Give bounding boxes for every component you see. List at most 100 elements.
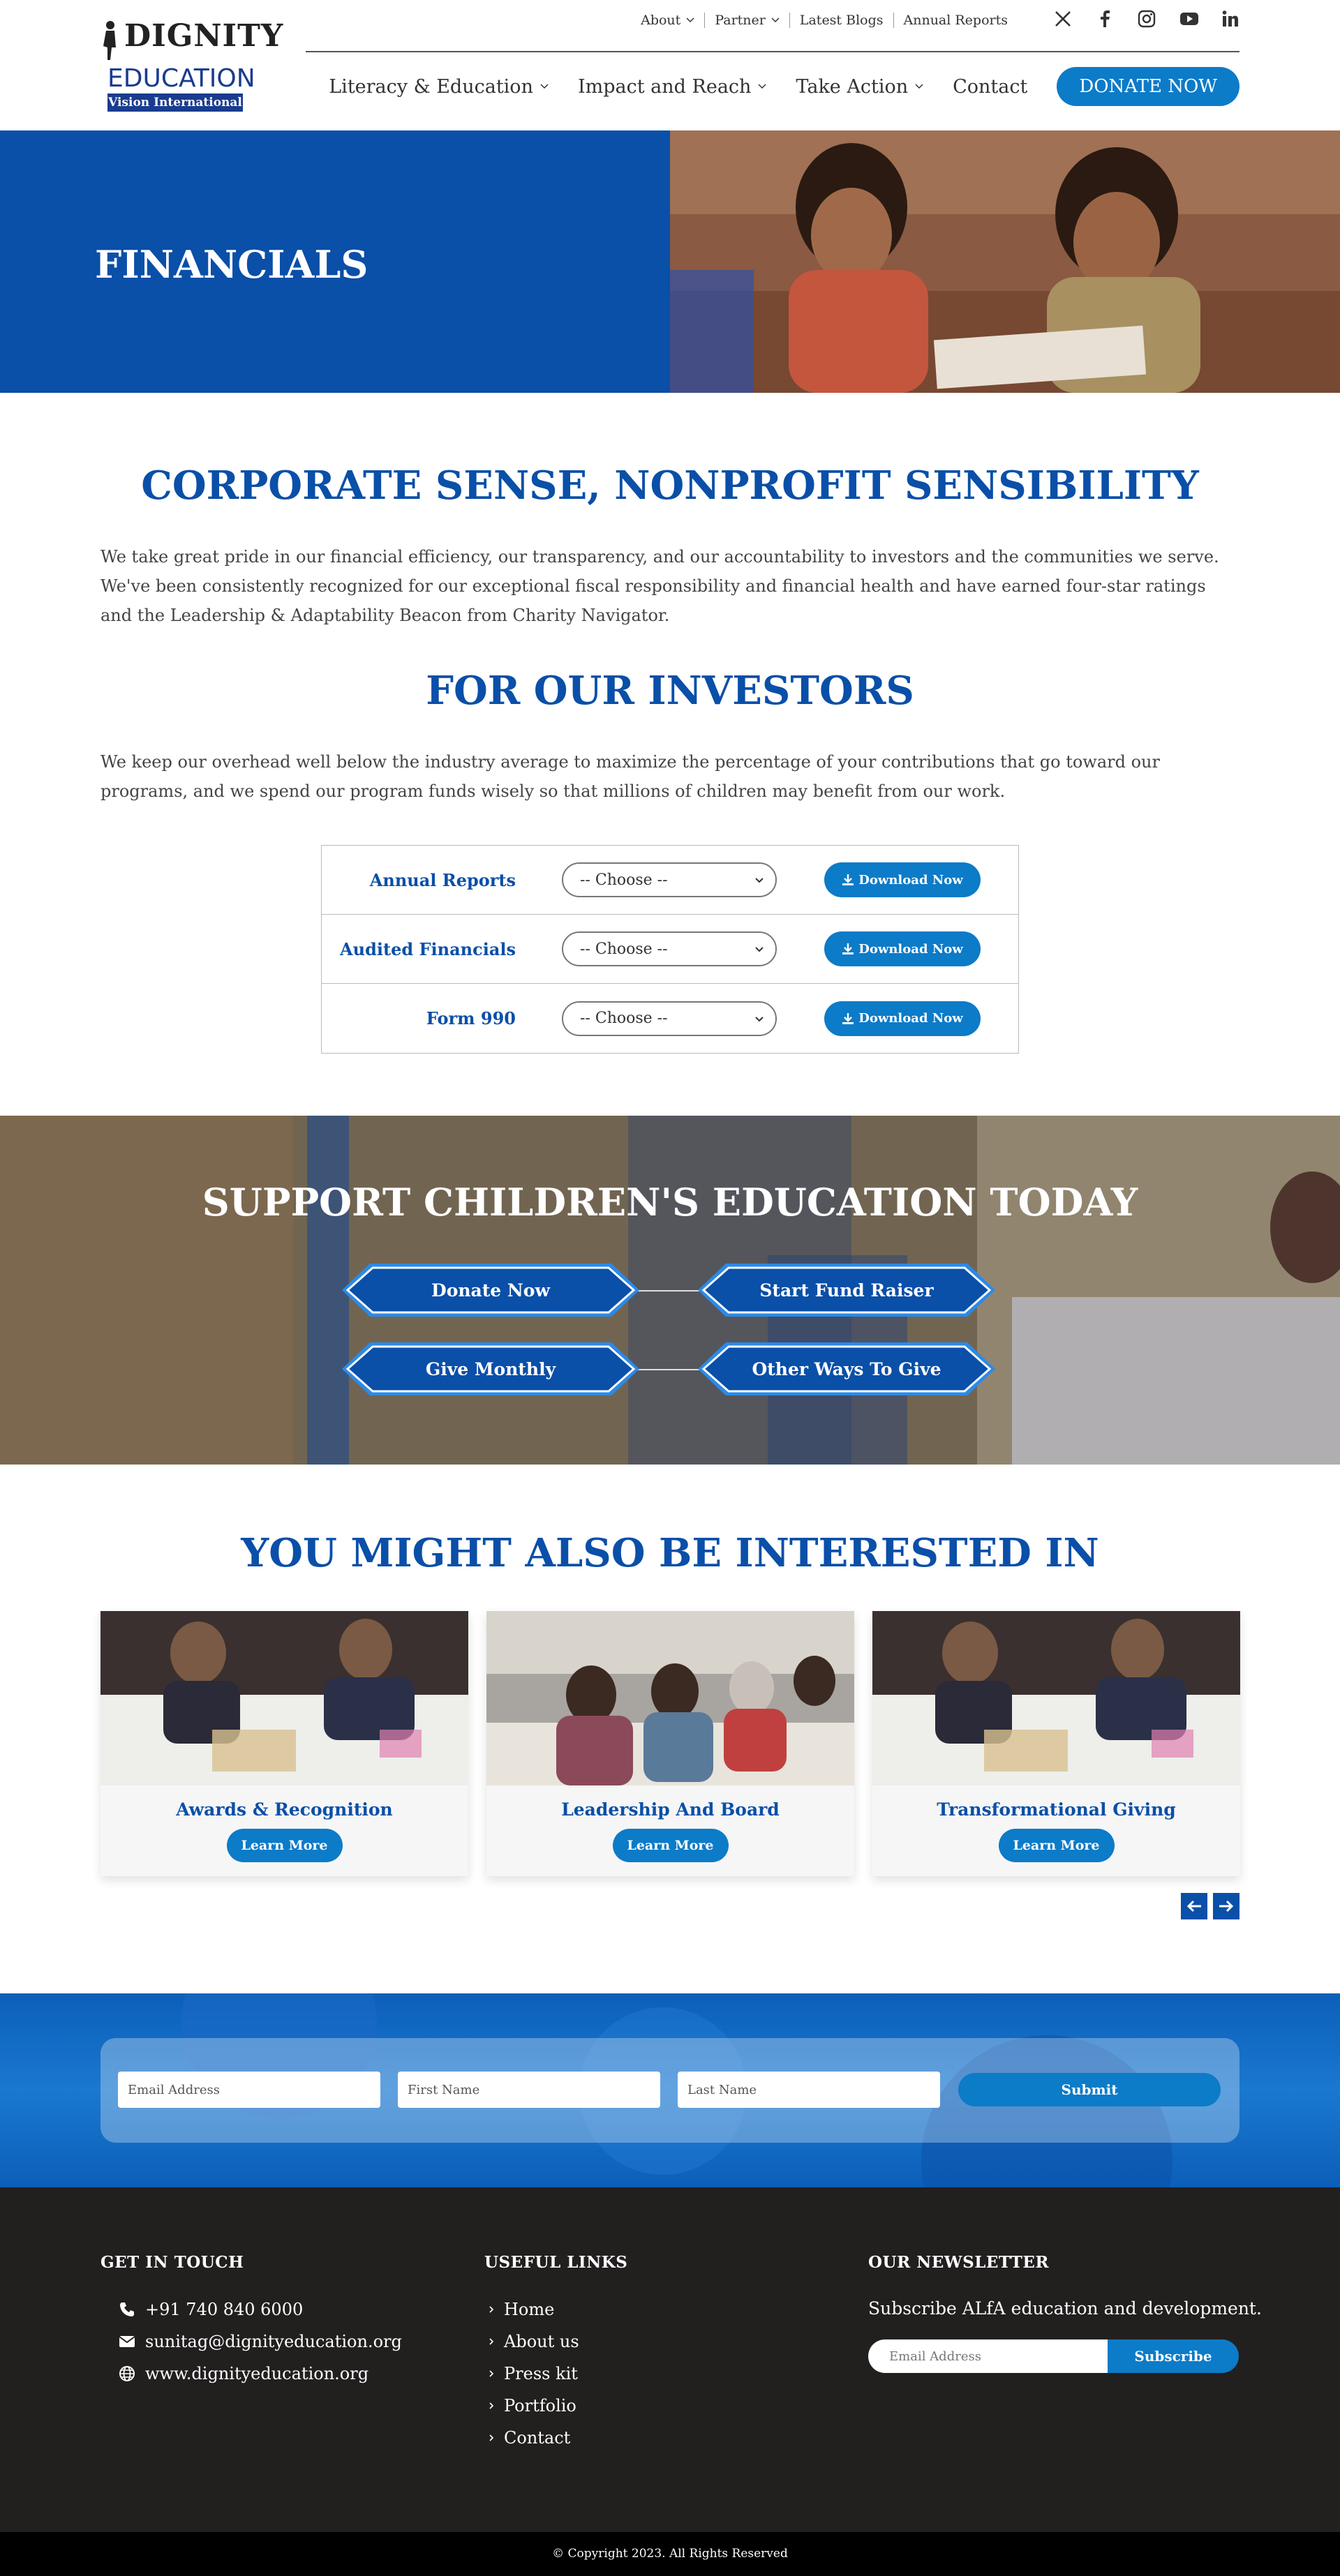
related-section: YOU MIGHT ALSO BE INTERESTED IN Awards &… [100, 1530, 1240, 1919]
start-fund-raiser-hex-button[interactable]: Start Fund Raiser [697, 1262, 997, 1318]
top-nav: About Partner Latest Blogs Annual Report… [631, 13, 1018, 28]
download-now-button[interactable]: Download Now [824, 1001, 981, 1036]
section-title-corporate: CORPORATE SENSE, NONPROFIT SENSIBILITY [141, 463, 1199, 509]
arrow-right-icon[interactable] [1213, 1893, 1240, 1919]
hero-title-panel: FINANCIALS [0, 130, 670, 393]
facebook-icon[interactable] [1096, 10, 1114, 28]
footer-website[interactable]: www.dignityeducation.org [100, 2364, 402, 2383]
chevron-down-icon [755, 878, 764, 883]
give-monthly-hex-button[interactable]: Give Monthly [341, 1341, 641, 1397]
main-nav-literacy-education[interactable]: Literacy & Education [329, 76, 549, 98]
footer-phone-text: +91 740 840 6000 [145, 2300, 304, 2319]
x-icon[interactable] [1054, 10, 1072, 28]
footer-email[interactable]: sunitag@dignityeducation.org [100, 2332, 402, 2351]
hex-button-label: Donate Now [431, 1280, 550, 1301]
footer-link-portfolio[interactable]: Portfolio [484, 2396, 627, 2416]
card-caption: Leadership And Board Learn More [486, 1785, 854, 1876]
related-card: Transformational Giving Learn More [872, 1611, 1240, 1876]
card-caption: Awards & Recognition Learn More [100, 1785, 468, 1876]
footer-newsletter: OUR NEWSLETTER Subscribe ALfA education … [868, 2253, 1262, 2373]
learn-more-button[interactable]: Learn More [998, 1829, 1115, 1862]
footer-link-press-kit[interactable]: Press kit [484, 2364, 627, 2383]
footer-link-contact[interactable]: Contact [484, 2428, 627, 2448]
card-image [872, 1611, 1240, 1785]
downloads-table: Annual Reports -- Choose -- Download Now… [321, 845, 1019, 1054]
footer-heading: GET IN TOUCH [100, 2253, 244, 2272]
connector-line [636, 1290, 706, 1291]
first-name-input[interactable]: First Name [398, 2072, 660, 2108]
report-year-select[interactable]: -- Choose -- [562, 931, 777, 966]
download-icon [842, 943, 854, 954]
related-card: Leadership And Board Learn More [486, 1611, 854, 1876]
site-footer: GET IN TOUCH +91 740 840 6000 sunitag@di… [0, 2187, 1340, 2532]
donate-now-hex-button[interactable]: Donate Now [341, 1262, 641, 1318]
donate-now-button[interactable]: DONATE NOW [1057, 67, 1240, 106]
top-nav-label: Partner [715, 13, 766, 28]
download-row-label: Annual Reports [369, 869, 516, 890]
envelope-icon [119, 2336, 135, 2347]
subscribe-button[interactable]: Subscribe [1108, 2339, 1239, 2373]
main-nav-take-action[interactable]: Take Action [796, 76, 923, 98]
chevron-right-icon [489, 2434, 494, 2441]
download-row-form-990: Form 990 -- Choose -- Download Now [322, 984, 1018, 1053]
select-value: -- Choose -- [580, 940, 668, 958]
report-year-select[interactable]: -- Choose -- [562, 1001, 777, 1036]
hex-button-label: Give Monthly [425, 1358, 556, 1379]
top-nav-latest-blogs[interactable]: Latest Blogs [790, 13, 894, 28]
top-nav-about[interactable]: About [631, 13, 706, 28]
newsletter-text: Subscribe ALfA education and development… [868, 2298, 1262, 2319]
other-ways-to-give-hex-button[interactable]: Other Ways To Give [697, 1341, 997, 1397]
card-title: Leadership And Board [561, 1799, 780, 1820]
download-now-button[interactable]: Download Now [824, 931, 981, 966]
social-links [1054, 10, 1240, 28]
learn-more-button[interactable]: Learn More [226, 1829, 343, 1862]
learn-more-button[interactable]: Learn More [612, 1829, 729, 1862]
chevron-down-icon [758, 84, 766, 89]
globe-icon [119, 2366, 135, 2381]
footer-link-home[interactable]: Home [484, 2300, 627, 2319]
chevron-down-icon [771, 17, 780, 23]
top-nav-partner[interactable]: Partner [705, 13, 790, 28]
submit-button[interactable]: Submit [958, 2073, 1221, 2106]
footer-heading: USEFUL LINKS [484, 2253, 628, 2272]
card-caption: Transformational Giving Learn More [872, 1785, 1240, 1876]
top-nav-label: Latest Blogs [799, 13, 884, 28]
download-row-label: Audited Financials [340, 938, 516, 959]
chevron-right-icon [489, 2402, 494, 2409]
footer-link-label: About us [504, 2332, 579, 2351]
page-hero: FINANCIALS [0, 130, 1340, 393]
page-title: FINANCIALS [95, 242, 368, 287]
footer-useful-links: USEFUL LINKS Home About us Press kit Por… [484, 2253, 627, 2448]
card-title: Awards & Recognition [176, 1799, 393, 1820]
site-logo[interactable]: DIGNITY EDUCATION Vision International [100, 18, 283, 113]
chevron-down-icon [755, 1016, 764, 1021]
main-nav-label: Take Action [796, 75, 909, 98]
top-nav-label: Annual Reports [903, 13, 1008, 28]
last-name-input[interactable]: Last Name [678, 2072, 940, 2108]
newsletter-email-input[interactable]: Email Address [868, 2339, 1108, 2373]
chevron-down-icon [686, 17, 694, 23]
newsletter-form: Email Address Subscribe [868, 2339, 1239, 2373]
chevron-right-icon [489, 2338, 494, 2345]
footer-link-about-us[interactable]: About us [484, 2332, 627, 2351]
site-header: DIGNITY EDUCATION Vision International A… [0, 0, 1340, 130]
linkedin-icon[interactable] [1221, 10, 1240, 28]
select-value: -- Choose -- [580, 871, 668, 889]
report-year-select[interactable]: -- Choose -- [562, 862, 777, 897]
main-nav-contact[interactable]: Contact [953, 76, 1027, 98]
header-divider [306, 51, 1240, 52]
top-nav-annual-reports[interactable]: Annual Reports [894, 13, 1018, 28]
download-now-button[interactable]: Download Now [824, 862, 981, 897]
instagram-icon[interactable] [1138, 10, 1156, 28]
hex-button-label: Start Fund Raiser [759, 1280, 934, 1301]
button-label: Download Now [858, 1011, 963, 1026]
footer-contact: GET IN TOUCH +91 740 840 6000 sunitag@di… [100, 2253, 402, 2383]
phone-icon [120, 2302, 134, 2316]
arrow-left-icon[interactable] [1181, 1893, 1207, 1919]
footer-website-text: www.dignityeducation.org [145, 2364, 369, 2383]
main-nav-impact-reach[interactable]: Impact and Reach [578, 76, 766, 98]
youtube-icon[interactable] [1179, 10, 1198, 28]
footer-phone[interactable]: +91 740 840 6000 [100, 2300, 402, 2319]
email-address-input[interactable]: Email Address [118, 2072, 380, 2108]
top-nav-label: About [641, 13, 681, 28]
